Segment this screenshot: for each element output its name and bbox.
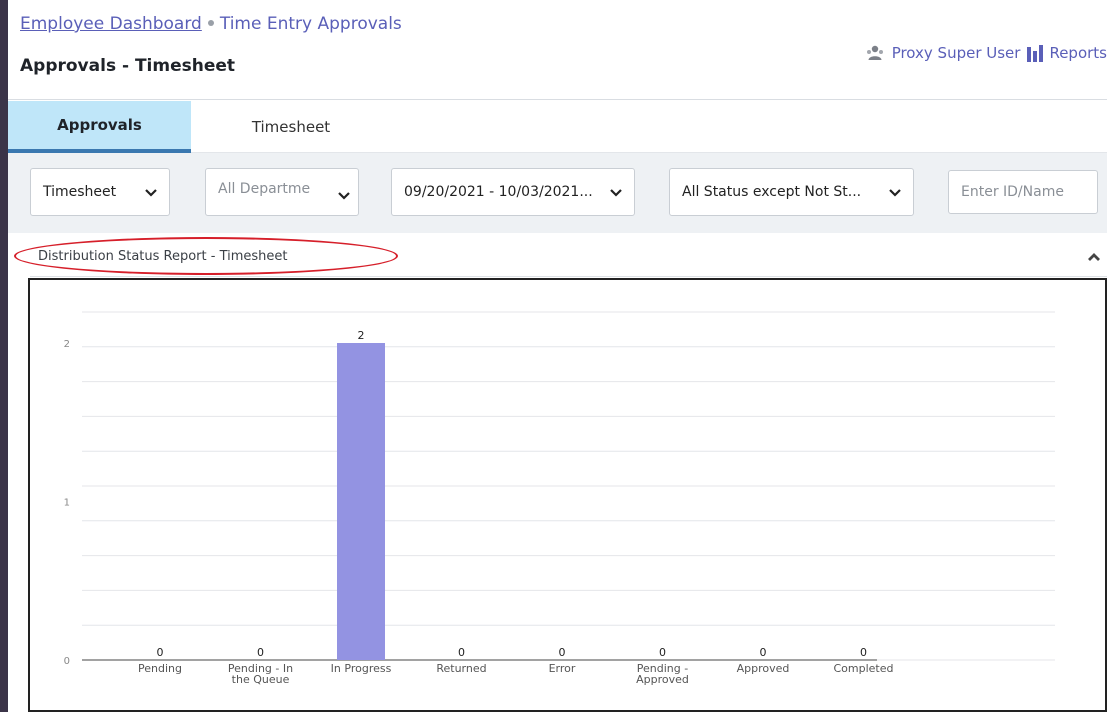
tab-approvals-label: Approvals <box>57 116 142 134</box>
report-panel-header: Distribution Status Report - Timesheet <box>14 235 1107 277</box>
tab-timesheet-label: Timesheet <box>251 118 331 136</box>
page-header: Employee Dashboard Time Entry Approvals A… <box>8 0 1107 100</box>
type-select[interactable]: Timesheet <box>30 168 170 216</box>
x-tick-label: Completed <box>834 662 894 675</box>
status-select[interactable]: All Status except Not St... <box>669 168 914 216</box>
x-tick-label: Approved <box>737 662 790 675</box>
id-name-input[interactable] <box>948 170 1098 214</box>
reports-label: Reports <box>1049 44 1107 62</box>
reports-button[interactable]: Reports <box>1026 44 1107 62</box>
proxy-user-label: Proxy Super User <box>891 44 1021 62</box>
data-label: 0 <box>559 646 566 659</box>
bar-chart-icon <box>1026 44 1044 62</box>
data-label: 0 <box>860 646 867 659</box>
data-label: 0 <box>458 646 465 659</box>
data-label: 2 <box>358 329 365 342</box>
department-select[interactable]: All Departme <box>205 168 359 216</box>
chevron-down-icon <box>145 186 157 202</box>
y-tick-label: 1 <box>64 498 70 509</box>
chevron-up-icon <box>1087 247 1101 266</box>
x-tick-label: Error <box>549 662 576 675</box>
x-tick-label: Returned <box>436 662 486 675</box>
breadcrumb: Employee Dashboard Time Entry Approvals <box>20 14 402 34</box>
bar <box>337 343 385 660</box>
tab-approvals[interactable]: Approvals <box>8 101 191 153</box>
date-range-select[interactable]: 09/20/2021 - 10/03/2021... <box>391 168 635 216</box>
filter-bar: Timesheet All Departme 09/20/2021 - 10/0… <box>8 153 1107 233</box>
x-tick-label: Pending <box>138 662 182 675</box>
data-label: 0 <box>257 646 264 659</box>
top-actions: Proxy Super User Reports <box>865 44 1107 62</box>
y-tick-label: 0 <box>64 656 70 667</box>
distribution-bar-chart: 0120Pending0Pending - Inthe Queue2In Pro… <box>64 311 1055 686</box>
breadcrumb-current[interactable]: Time Entry Approvals <box>220 14 402 34</box>
chevron-down-icon <box>338 189 350 205</box>
x-tick-label: Approved <box>636 673 689 686</box>
status-select-value: All Status except Not St... <box>682 184 862 200</box>
chevron-down-icon <box>889 186 901 202</box>
page-title: Approvals - Timesheet <box>20 56 236 76</box>
chart-container: 0 1 2 0 Pending 0 Pending - In the Queue 2 In Pro… <box>28 278 1107 712</box>
breadcrumb-home-link[interactable]: Employee Dashboard <box>20 14 202 34</box>
x-tick-label: In Progress <box>331 662 392 675</box>
breadcrumb-separator <box>207 19 214 26</box>
proxy-user-button[interactable]: Proxy Super User <box>865 44 1021 62</box>
users-icon <box>865 44 885 62</box>
collapse-button[interactable] <box>1087 247 1101 266</box>
chevron-down-icon <box>610 186 622 202</box>
x-tick-label: the Queue <box>232 673 290 686</box>
department-select-value: All Departme <box>218 181 311 197</box>
page: Employee Dashboard Time Entry Approvals A… <box>8 0 1107 712</box>
tab-bar: Approvals Timesheet <box>8 101 1107 153</box>
tab-timesheet[interactable]: Timesheet <box>191 101 391 153</box>
highlight-annotation <box>14 237 398 275</box>
data-label: 0 <box>157 646 164 659</box>
y-tick-label: 2 <box>64 339 70 350</box>
date-range-select-value: 09/20/2021 - 10/03/2021... <box>404 184 593 200</box>
data-label: 0 <box>760 646 767 659</box>
type-select-value: Timesheet <box>43 184 117 200</box>
data-label: 0 <box>659 646 666 659</box>
